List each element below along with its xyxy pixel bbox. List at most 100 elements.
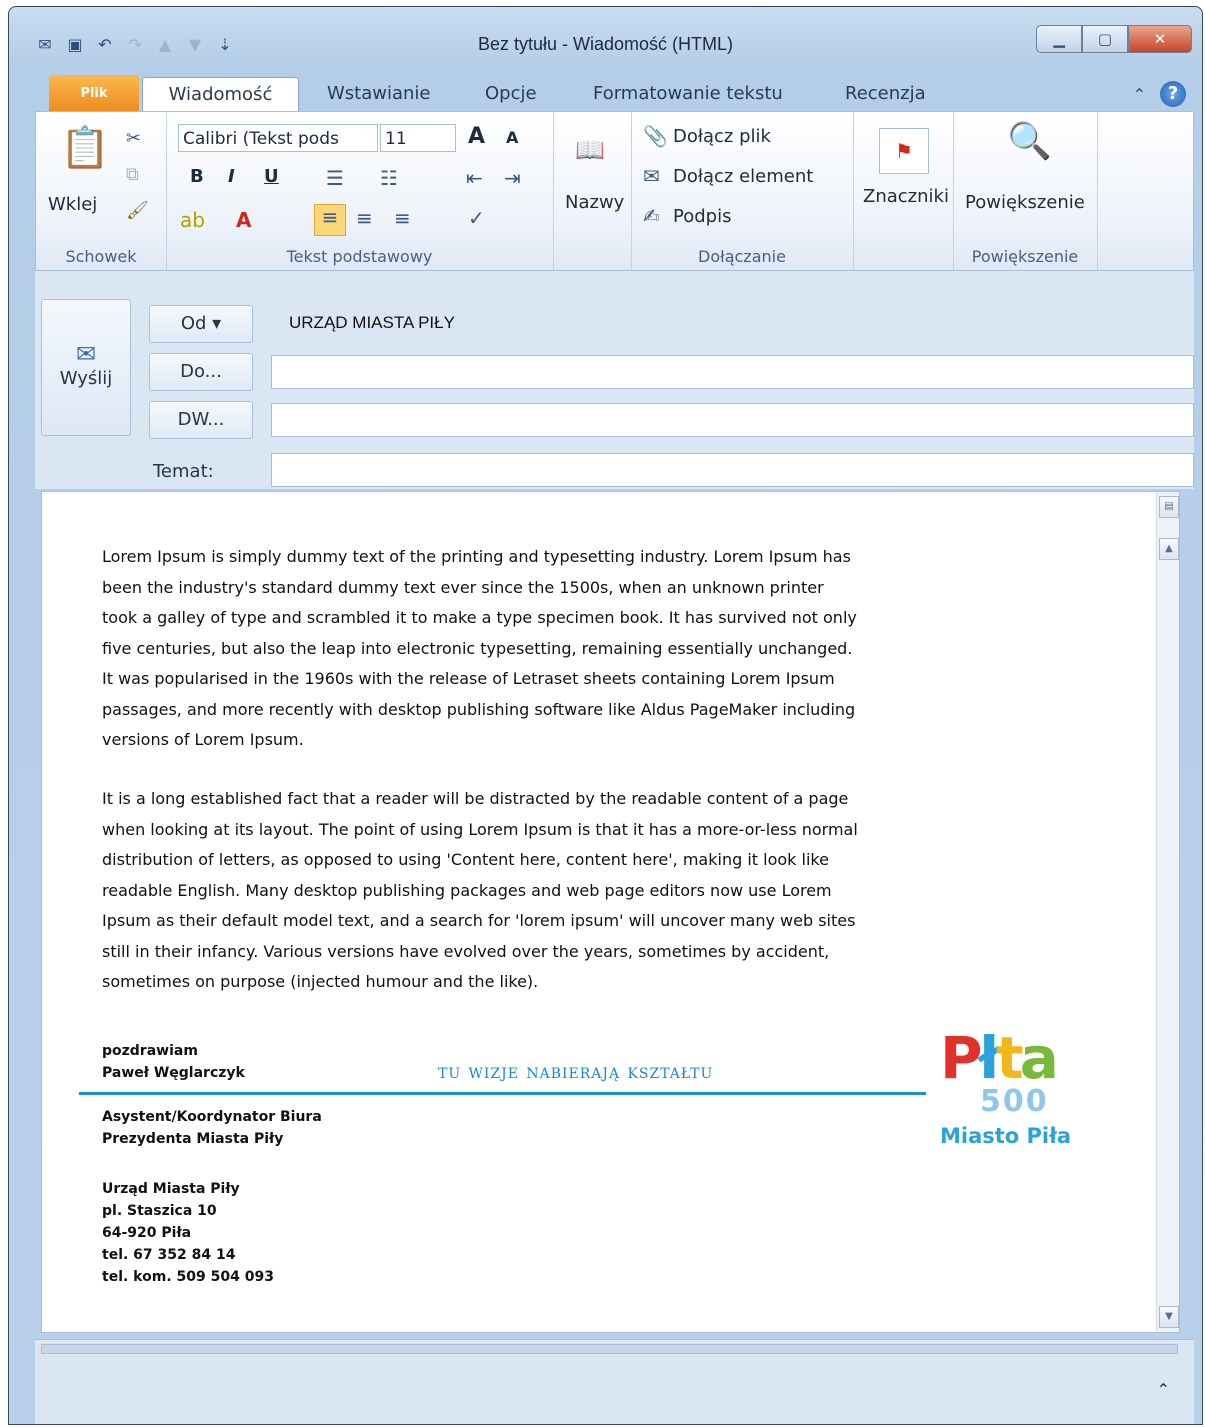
attach-item-button[interactable]: Dołącz element bbox=[673, 166, 813, 187]
spelling-icon[interactable]: ✓ bbox=[468, 206, 485, 230]
window-controls: ▁ ▢ ✕ bbox=[1036, 25, 1192, 53]
tab-review[interactable]: Recenzja bbox=[845, 77, 926, 111]
send-button[interactable]: ✉ Wyślij bbox=[41, 299, 131, 436]
signature-mobile: tel. kom. 509 504 093 bbox=[102, 1269, 274, 1285]
copy-icon[interactable]: ⧉ bbox=[126, 164, 139, 185]
attach-item-icon[interactable]: ✉ bbox=[643, 164, 660, 188]
grow-font-icon[interactable]: A bbox=[468, 124, 485, 149]
city-logo: Płta 500 Miasto Piła bbox=[940, 1028, 1090, 1168]
font-family-select[interactable]: Calibri (Tekst pods bbox=[178, 124, 378, 152]
scroll-down-arrow-icon[interactable]: ▼ bbox=[1159, 1306, 1179, 1328]
minimize-button[interactable]: ▁ bbox=[1036, 25, 1082, 53]
align-center-icon[interactable]: ≡ bbox=[356, 206, 373, 230]
follow-up-flag-icon[interactable]: ⚑ bbox=[879, 128, 929, 174]
collapse-ribbon-icon[interactable]: ⌃ bbox=[1133, 85, 1146, 104]
signature-icon[interactable]: ✍ bbox=[643, 204, 660, 228]
outlook-message-window: ✉ ▣ ↶ ↷ ▲ ▼ ⇣ Bez tytułu - Wiadomość (HT… bbox=[8, 6, 1203, 1425]
align-right-icon[interactable]: ≡ bbox=[394, 206, 411, 230]
body-paragraph-1: Lorem Ipsum is simply dummy text of the … bbox=[102, 547, 857, 749]
logo-wordmark: Płta bbox=[940, 1024, 1059, 1092]
window-title: Bez tytułu - Wiadomość (HTML) bbox=[477, 34, 734, 54]
logo-text: Miasto Piła bbox=[940, 1124, 1072, 1148]
signature-button[interactable]: Podpis bbox=[673, 206, 731, 227]
expand-people-pane-icon[interactable]: ⌃ bbox=[1157, 1380, 1170, 1399]
attach-file-icon[interactable]: 📎 bbox=[643, 124, 668, 148]
to-button[interactable]: Do... bbox=[149, 353, 253, 391]
body-paragraph-2: It is a long established fact that a rea… bbox=[102, 789, 858, 991]
group-label-include: Dołączanie bbox=[698, 247, 786, 266]
increase-indent-icon[interactable]: ⇥ bbox=[504, 166, 521, 190]
message-header: ✉ Wyślij Od ▾ URZĄD MIASTA PIŁY Do... DW… bbox=[35, 271, 1194, 489]
tab-file[interactable]: Plik bbox=[49, 75, 139, 113]
group-label-zoom: Powiększenie bbox=[971, 247, 1079, 266]
subject-label: Temat: bbox=[153, 461, 214, 482]
group-include: 📎 Dołącz plik ✉ Dołącz element ✍ Podpis … bbox=[631, 112, 854, 270]
signature-role-1: Asystent/Koordynator Biura bbox=[102, 1109, 322, 1125]
send-icon: ✉ bbox=[75, 340, 97, 368]
zoom-button[interactable]: Powiększenie bbox=[965, 192, 1085, 213]
address-book-icon[interactable]: 📖 bbox=[575, 136, 605, 164]
signature-address: Urząd Miasta Piły pl. Staszica 10 64-920… bbox=[102, 1178, 274, 1288]
from-value: URZĄD MIASTA PIŁY bbox=[289, 313, 455, 332]
from-button[interactable]: Od ▾ bbox=[149, 305, 253, 343]
group-label-basic-text: Tekst podstawowy bbox=[286, 247, 433, 266]
ribbon: 📋 Wklej ✂ ⧉ 🖌 Schowek Calibri (Tekst pod… bbox=[35, 111, 1194, 271]
to-field[interactable] bbox=[271, 355, 1194, 389]
signature-street: pl. Staszica 10 bbox=[102, 1203, 217, 1219]
tab-options[interactable]: Opcje bbox=[485, 77, 537, 111]
ruler-toggle-icon[interactable]: ▤ bbox=[1159, 496, 1179, 518]
signature-org: Urząd Miasta Piły bbox=[102, 1181, 240, 1197]
font-color-icon[interactable]: A bbox=[236, 208, 251, 232]
people-pane-splitter[interactable] bbox=[41, 1344, 1178, 1354]
decrease-indent-icon[interactable]: ⇤ bbox=[466, 166, 483, 190]
signature-greeting-text: pozdrawiam bbox=[102, 1043, 198, 1059]
names-label[interactable]: Nazwy bbox=[565, 192, 624, 213]
scroll-up-arrow-icon[interactable]: ▲ bbox=[1159, 538, 1179, 560]
signature-slogan: tu wizje nabierają kształtu bbox=[438, 1059, 714, 1083]
signature-role: Asystent/Koordynator Biura Prezydenta Mi… bbox=[102, 1106, 322, 1150]
attach-file-button[interactable]: Dołącz plik bbox=[673, 126, 771, 147]
cc-field[interactable] bbox=[271, 403, 1194, 437]
signature-tel: tel. 67 352 84 14 bbox=[102, 1247, 236, 1263]
tab-message[interactable]: Wiadomość bbox=[142, 77, 299, 114]
group-label-clipboard: Schowek bbox=[65, 247, 137, 266]
close-button[interactable]: ✕ bbox=[1128, 25, 1192, 53]
maximize-button[interactable]: ▢ bbox=[1082, 25, 1128, 53]
signature-name: Paweł Węglarczyk bbox=[102, 1065, 245, 1081]
bold-button[interactable]: B bbox=[190, 166, 204, 187]
paste-button-label[interactable]: Wklej bbox=[48, 194, 97, 215]
shrink-font-icon[interactable]: A bbox=[506, 128, 518, 147]
signature-divider bbox=[79, 1092, 926, 1095]
font-size-select[interactable]: 11 bbox=[380, 124, 456, 152]
send-label: Wyślij bbox=[59, 368, 113, 389]
vertical-scrollbar[interactable]: ▤ ▲ ▼ bbox=[1156, 492, 1179, 1332]
underline-button[interactable]: U bbox=[264, 166, 279, 187]
group-zoom: 🔍 Powiększenie Powiększenie bbox=[953, 112, 1098, 270]
ribbon-tabs: Plik Wiadomość Wstawianie Opcje Formatow… bbox=[9, 71, 1202, 114]
group-clipboard: 📋 Wklej ✂ ⧉ 🖌 Schowek bbox=[36, 112, 167, 270]
italic-button[interactable]: I bbox=[228, 166, 235, 187]
help-icon[interactable]: ? bbox=[1160, 81, 1186, 107]
signature-city: 64-920 Piła bbox=[102, 1225, 192, 1241]
tab-format-text[interactable]: Formatowanie tekstu bbox=[593, 77, 783, 111]
highlight-icon[interactable]: ab bbox=[180, 208, 205, 232]
paste-icon[interactable]: 📋 bbox=[60, 124, 110, 171]
align-left-icon[interactable]: ≡ bbox=[314, 204, 346, 236]
tags-label[interactable]: Znaczniki bbox=[863, 186, 949, 207]
format-painter-icon[interactable]: 🖌 bbox=[126, 200, 149, 221]
logo-number: 500 bbox=[980, 1084, 1049, 1119]
group-basic-text: Calibri (Tekst pods 11 A A B I U ☰ ☷ ⇤ ⇥… bbox=[166, 112, 554, 270]
subject-field[interactable] bbox=[271, 453, 1194, 487]
zoom-icon[interactable]: 🔍 bbox=[1007, 120, 1052, 162]
tab-insert[interactable]: Wstawianie bbox=[327, 77, 431, 111]
numbering-icon[interactable]: ☷ bbox=[380, 166, 398, 190]
group-tags: ⚑ Znaczniki bbox=[853, 112, 954, 270]
group-names: 📖 Nazwy bbox=[553, 112, 632, 270]
signature-greeting: pozdrawiam Paweł Węglarczyk bbox=[102, 1040, 245, 1084]
ribbon-tab-icons: ⌃ ? bbox=[1133, 81, 1186, 107]
bullets-icon[interactable]: ☰ bbox=[326, 166, 344, 190]
signature-role-2: Prezydenta Miasta Piły bbox=[102, 1131, 284, 1147]
cut-icon[interactable]: ✂ bbox=[126, 128, 141, 149]
message-body[interactable]: Lorem Ipsum is simply dummy text of the … bbox=[41, 491, 1180, 1333]
cc-button[interactable]: DW... bbox=[149, 401, 253, 439]
